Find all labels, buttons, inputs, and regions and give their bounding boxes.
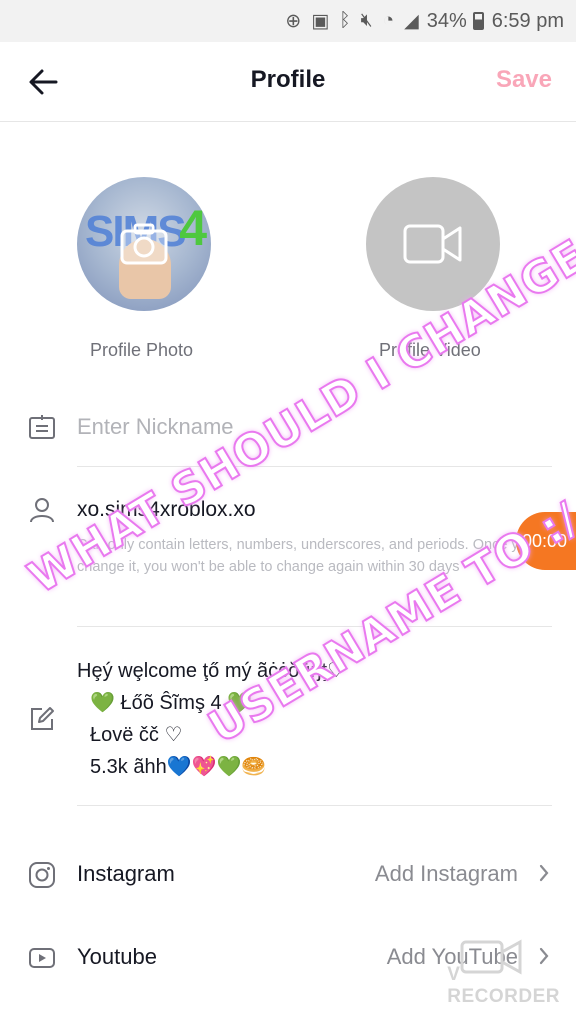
divider <box>77 466 552 467</box>
save-button[interactable]: Save <box>496 66 552 94</box>
profile-photo[interactable]: SIMS 4 <box>77 177 211 311</box>
user-icon <box>30 498 54 523</box>
add-instagram-link[interactable]: Add Instagram <box>375 861 518 887</box>
battery-icon <box>472 12 484 30</box>
bio-line: 5.3k ãhh💙💖💚🥯 <box>90 756 267 778</box>
instagram-label: Instagram <box>77 861 175 886</box>
id-card-icon <box>29 415 55 439</box>
edit-icon <box>31 707 54 730</box>
cast-icon: ▣ <box>311 10 330 32</box>
video-camera-icon <box>403 224 462 264</box>
youtube-icon <box>29 948 55 968</box>
wifi-icon: ◔ <box>382 10 395 31</box>
username-field[interactable]: xo.sims4xroblox.xo <box>77 498 256 522</box>
divider <box>77 626 552 627</box>
bio-line: Hȩý wȩlcome ţő mý ãċċŏūŋţ♡ <box>77 660 346 682</box>
photo-graphic-number: 4 <box>179 200 207 256</box>
add-circle-icon: ⊕ <box>285 10 302 32</box>
status-bar: ⊕ ▣ ᛒ 🔇︎ ◔ ◢ 34% 6:59 pm <box>0 0 576 42</box>
profile-video-label: Profile Video <box>379 340 481 360</box>
bio-line: Łovë čč ♡ <box>90 724 183 746</box>
clock-time: 6:59 pm <box>491 9 564 32</box>
recording-timer[interactable]: 00:00 <box>516 512 576 570</box>
signal-icon: ◢ <box>404 10 419 32</box>
nickname-input[interactable] <box>77 410 552 444</box>
watermark-text: V RECORDER <box>447 964 560 1007</box>
instagram-icon <box>29 862 55 888</box>
youtube-label: Youtube <box>77 944 157 969</box>
instagram-row[interactable]: Instagram Add Instagram <box>0 845 576 905</box>
bio-line: 💚 Łőõ Ŝĩmş 4 💚 <box>90 692 253 714</box>
battery-percent: 34% <box>426 9 467 32</box>
camera-icon <box>120 223 168 265</box>
divider <box>77 805 552 806</box>
header-bar: Profile Save <box>0 42 576 122</box>
bio-field[interactable]: Hȩý wȩlcome ţő mý ãċċŏūŋţ♡ 💚 Łőõ Ŝĩmş 4 … <box>77 655 537 783</box>
mute-icon: 🔇︎ <box>360 10 373 31</box>
profile-photo-label: Profile Photo <box>90 340 194 360</box>
username-hint: Can only contain letters, numbers, under… <box>77 537 535 575</box>
page-title: Profile <box>250 66 326 93</box>
profile-video[interactable] <box>366 177 500 311</box>
bluetooth-icon: ᛒ <box>339 10 351 31</box>
recorder-watermark: V RECORDER <box>447 938 560 1008</box>
chevron-right-icon <box>539 864 549 882</box>
